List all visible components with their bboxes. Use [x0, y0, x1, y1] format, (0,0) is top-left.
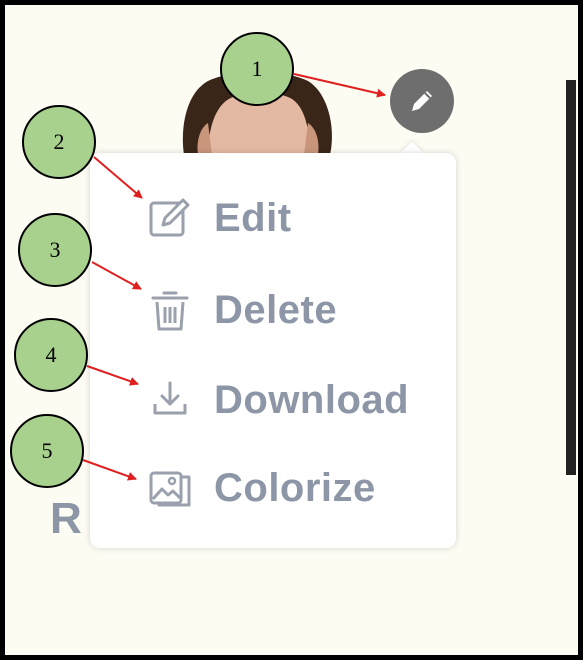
menu-item-label: Edit [214, 195, 292, 240]
background-text-fragment: R [50, 494, 82, 543]
menu-item-colorize[interactable]: Colorize [146, 458, 446, 518]
trash-icon [146, 286, 194, 334]
menu-item-label: Colorize [214, 465, 376, 510]
background-edge [566, 80, 576, 475]
colorize-image-icon [146, 464, 194, 512]
callout-5: 5 [10, 414, 84, 488]
callout-3: 3 [18, 213, 92, 287]
pencil-icon [412, 91, 432, 111]
menu-item-delete[interactable]: Delete [146, 280, 446, 340]
callout-1: 1 [220, 32, 294, 106]
download-icon [146, 376, 194, 424]
menu-item-label: Delete [214, 287, 338, 332]
callout-4: 4 [14, 318, 88, 392]
menu-item-download[interactable]: Download [146, 370, 446, 430]
edit-photo-button[interactable] [390, 69, 454, 133]
callout-2: 2 [22, 105, 96, 179]
edit-icon [146, 194, 194, 242]
menu-item-label: Download [214, 377, 410, 422]
menu-item-edit[interactable]: Edit [146, 188, 446, 248]
